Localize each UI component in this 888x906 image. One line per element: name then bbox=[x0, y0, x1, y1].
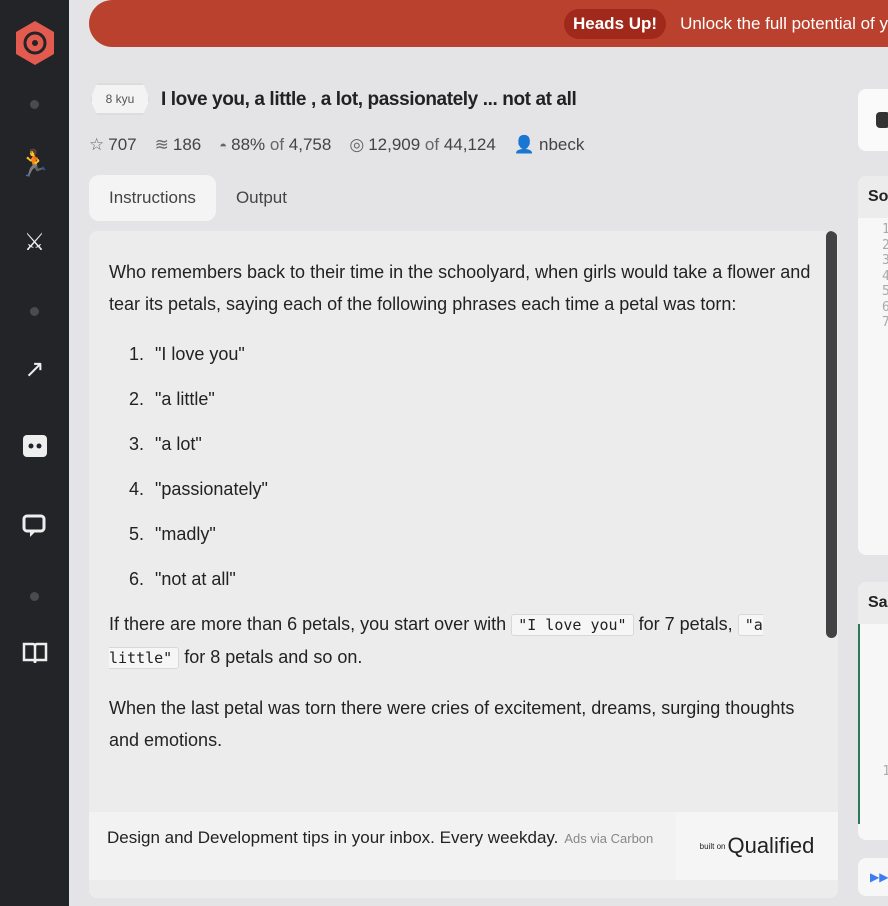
ad-text[interactable]: Design and Development tips in your inbo… bbox=[107, 828, 558, 847]
line-numbers: 1 2 3 4 5 6 7 8 9 10 bbox=[858, 624, 888, 824]
star-icon: ☆ bbox=[89, 135, 105, 154]
line-numbers: 1 2 3 4 5 6 7 bbox=[882, 222, 888, 330]
phrases-list: "I love you" "a little" "a lot" "passion… bbox=[149, 338, 818, 595]
sample-tests-editor[interactable]: Sa 1 2 3 4 5 6 7 8 9 10 bbox=[858, 582, 888, 840]
gauge-icon: ◓ bbox=[219, 138, 228, 153]
divider-dot bbox=[30, 592, 39, 601]
intro-paragraph: Who remembers back to their time in the … bbox=[109, 262, 811, 314]
tab-output[interactable]: Output bbox=[216, 175, 307, 221]
codewars-logo[interactable] bbox=[0, 20, 69, 66]
discord-icon[interactable] bbox=[0, 433, 69, 459]
list-item: "a lot" bbox=[149, 428, 818, 460]
scrollbar[interactable] bbox=[826, 231, 837, 638]
solution-header: So bbox=[858, 176, 888, 218]
list-item: "passionately" bbox=[149, 473, 818, 505]
sample-tests-header: Sa bbox=[858, 582, 888, 624]
qualified-logo[interactable]: built on Qualified bbox=[676, 812, 838, 880]
last-petal-paragraph: When the last petal was torn there were … bbox=[109, 698, 795, 750]
python-icon bbox=[876, 112, 888, 128]
restart-paragraph: If there are more than 6 petals, you sta… bbox=[109, 614, 763, 669]
description-tabs: Instructions Output bbox=[89, 175, 307, 221]
solution-editor[interactable]: So 1 2 3 4 5 6 7 bbox=[858, 176, 888, 555]
banner-text: Unlock the full potential of y bbox=[680, 13, 888, 33]
heads-up-badge: Heads Up! bbox=[564, 8, 667, 39]
instructions-panel: Who remembers back to their time in the … bbox=[89, 231, 838, 898]
fast-forward-icon: ▶▶ bbox=[870, 870, 888, 884]
run-tests-button[interactable]: ▶▶ bbox=[858, 858, 888, 896]
author-stat[interactable]: 👤 nbeck bbox=[514, 135, 585, 155]
kata-stats: ☆ 707 ≋ 186 ◓ 88% of 4,758 ◎ 12,909 of 44,12… bbox=[89, 135, 584, 155]
carbon-ad[interactable]: Design and Development tips in your inbo… bbox=[89, 812, 838, 880]
satisfaction-stat: ◓ 88% of 4,758 bbox=[219, 135, 332, 154]
ads-via-carbon[interactable]: Ads via Carbon bbox=[564, 831, 653, 846]
language-selector[interactable] bbox=[858, 89, 888, 151]
training-icon[interactable]: 🏃 bbox=[0, 148, 69, 179]
layers-icon: ≋ bbox=[154, 135, 169, 154]
list-item: "not at all" bbox=[149, 563, 818, 595]
collections-stat[interactable]: ≋ 186 bbox=[155, 135, 202, 155]
code-snippet: "I love you" bbox=[511, 614, 634, 636]
kata-title: I love you, a little , a lot, passionate… bbox=[161, 89, 577, 110]
tab-instructions[interactable]: Instructions bbox=[89, 175, 216, 221]
sidebar: 🏃 ⚔ ↗ bbox=[0, 0, 69, 906]
practice-icon[interactable]: ⚔ bbox=[0, 228, 69, 257]
list-item: "madly" bbox=[149, 518, 818, 550]
stars-stat[interactable]: ☆ 707 bbox=[89, 135, 137, 155]
list-item: "I love you" bbox=[149, 338, 818, 370]
user-icon: 👤 bbox=[513, 135, 536, 154]
docs-book-icon[interactable] bbox=[0, 641, 69, 665]
divider-dot bbox=[30, 100, 39, 109]
divider-dot bbox=[30, 307, 39, 316]
target-icon: ◎ bbox=[349, 135, 365, 154]
chat-icon[interactable] bbox=[0, 513, 69, 539]
rank-badge: 8 kyu bbox=[90, 83, 150, 115]
leaderboard-trend-icon[interactable]: ↗ bbox=[0, 355, 69, 384]
instructions-content: Who remembers back to their time in the … bbox=[89, 231, 838, 812]
heads-up-banner[interactable]: Heads Up! Unlock the full potential of y bbox=[89, 0, 888, 47]
list-item: "a little" bbox=[149, 383, 818, 415]
completion-stat: ◎ 12,909 of 44,124 bbox=[349, 135, 496, 154]
